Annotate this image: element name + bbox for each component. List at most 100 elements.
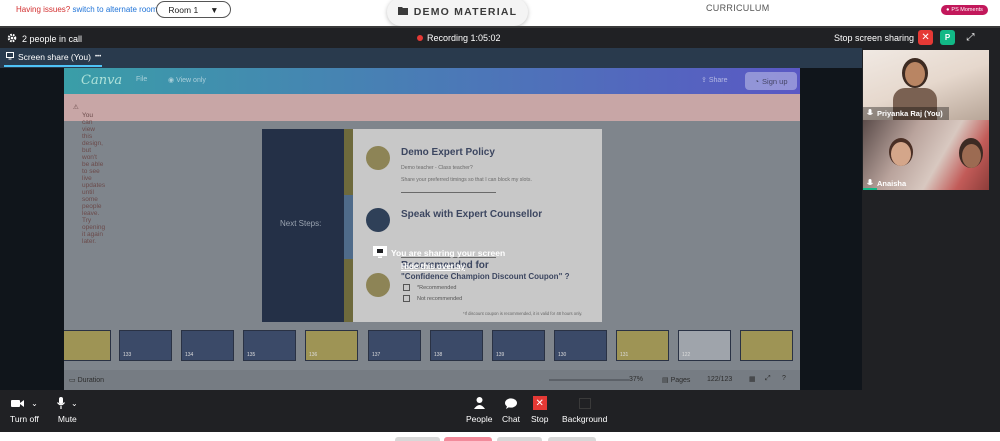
canva-warning-text: ⚠ You can view this design, but won't be… [73,104,106,245]
page-counter: 122/123 [707,376,733,383]
stop-share-icon: ✕ [532,396,547,410]
bottom-tab[interactable] [444,437,492,441]
slide-thumbnail: 138 [430,330,483,361]
participant-tile[interactable]: Priyanka Raj (You) [863,50,989,120]
folder-icon [397,6,408,18]
grid-view-icon: ▦ [749,376,756,383]
canva-share-button: ⇪ Share [701,77,728,84]
canva-signup-button: ◔ Sign up [745,72,797,90]
sharing-overlay-text: You are sharing your screen [391,248,506,258]
fullscreen-icon: ⤢ [765,375,771,382]
bottom-tab[interactable] [395,437,440,441]
chevron-down-icon[interactable]: ⌄ [71,399,78,408]
tab-screen-share[interactable]: Screen share (You) ••• [6,52,101,62]
sharing-overlay-message: You are sharing your screen [373,246,505,260]
chevron-down-icon: ▼ [210,4,219,15]
checkbox-not-recommended-label: Not recommended [417,296,463,302]
slide-title-3b: "Confidence Champion Discount Coupon" ? [401,272,570,281]
chat-button[interactable]: Chat [502,396,520,424]
canva-signup-icon: ◔ [754,76,760,86]
shared-screen: Canva File ◉ View only ⇪ Share ◔ Sign up… [0,68,862,390]
participant-tile[interactable]: Anaisha [863,120,989,190]
alternate-room-link[interactable]: switch to alternate room [72,5,157,14]
canva-header: Canva File ◉ View only ⇪ Share ◔ Sign up [64,68,800,94]
stop-share-button[interactable]: ✕ Stop [531,396,549,424]
background-icon [578,396,591,410]
chat-label: Chat [502,414,520,424]
screen-share-tab-label: Screen share (You) [18,52,91,62]
camera-icon: ⌄ [11,396,38,410]
chevron-down-icon[interactable]: ⌄ [31,399,38,408]
slide-accent-bar-blue [344,195,353,259]
canva-pages: ▤ Pages [662,377,691,384]
slide-title-1: Demo Expert Policy [401,147,495,158]
more-options-icon[interactable]: ••• [95,54,101,60]
participant-face [962,144,981,168]
participants-summary: 2 people in call [7,33,82,45]
speaking-indicator [863,188,877,190]
bottom-strip [0,432,1000,441]
canva-duration: ▭ Duration [69,377,105,384]
background-button[interactable]: Background [562,396,607,424]
mute-button[interactable]: ⌄ Mute [57,396,78,424]
slide-thumbnail: 136 [305,330,358,361]
active-tab-indicator [4,65,102,67]
counsellor-icon [366,208,390,232]
slide-sub-1b: Share your preferred timings so that I c… [401,177,532,183]
bottom-tab[interactable] [497,437,542,441]
screen-share-tab-bar: Screen share (You) ••• [0,48,862,68]
microphone-icon [867,178,873,189]
canva-logo: Canva [81,73,123,88]
slide-thumbnail: 122 [678,330,731,361]
help-icon: ? [782,375,786,382]
people-label: People [466,414,493,424]
participant-face [891,142,911,166]
slide-footnote: *If discount coupon is recommended, it i… [463,311,583,316]
slide-thumbnail: 137 [368,330,421,361]
participant-name: Priyanka Raj (You) [877,109,943,118]
zoom-slider [549,379,629,381]
bottom-tab[interactable] [548,437,596,441]
participants-count: 2 people in call [22,34,83,44]
slide-thumbnail: 134 [181,330,234,361]
tab-demo-material[interactable]: DEMO MATERIAL [387,0,528,26]
hide-overlay-link[interactable]: Hide this overlay [401,262,465,271]
fullscreen-icon[interactable]: ⤢ [963,30,978,45]
slide-divider [401,192,496,193]
issue-text: Having issues? [16,5,71,14]
zoom-level: 37% [629,376,644,383]
participant-tiles: Priyanka Raj (You) Anaisha [862,48,1000,390]
recording-label: Recording 1:05:02 [427,33,501,43]
ps-moments-badge[interactable]: ● PS Moments [941,5,988,15]
gear-icon[interactable] [7,33,17,45]
canva-window: Canva File ◉ View only ⇪ Share ◔ Sign up… [64,68,800,390]
turn-off-label: Turn off [10,414,39,424]
mute-label: Mute [57,414,77,424]
calendar-icon [366,146,390,170]
stop-screen-sharing-label: Stop screen sharing [834,32,915,43]
stop-sharing-button[interactable]: ✕ [918,30,934,45]
slide-side-label: Next Steps: [280,219,322,228]
people-button[interactable]: People [466,396,492,424]
chat-icon [504,396,517,410]
checkbox-recommended-label: *Recommended [417,285,457,291]
slide-thumbnail [740,330,793,361]
canva-warning-banner: ⚠ You can view this design, but won't be… [64,94,800,245]
slide-preview: Next Steps: Demo Expert Policy Demo teac… [262,129,602,322]
microphone-icon [867,108,873,119]
participant-face [905,62,925,86]
screen-share-icon [6,52,14,62]
recording-indicator: Recording 1:05:02 [417,33,501,43]
room-select[interactable]: Room 1 ▼ [156,1,231,18]
ps-moments-label: PS Moments [951,7,983,13]
slide-thumbnail: 133 [119,330,172,361]
screen-share-icon [373,246,387,260]
slide-thumbnail: 139 [492,330,545,361]
avatar[interactable]: P [940,30,956,45]
issue-notice: Having issues? switch to alternate room [16,5,157,14]
recording-dot-icon [417,35,423,41]
tab-curriculum[interactable]: CURRICULUM [706,3,770,13]
camera-toggle-button[interactable]: ⌄ Turn off [10,396,39,425]
record-dot-icon: ● [946,7,950,13]
participant-name-tag: Priyanka Raj (You) [863,107,949,120]
